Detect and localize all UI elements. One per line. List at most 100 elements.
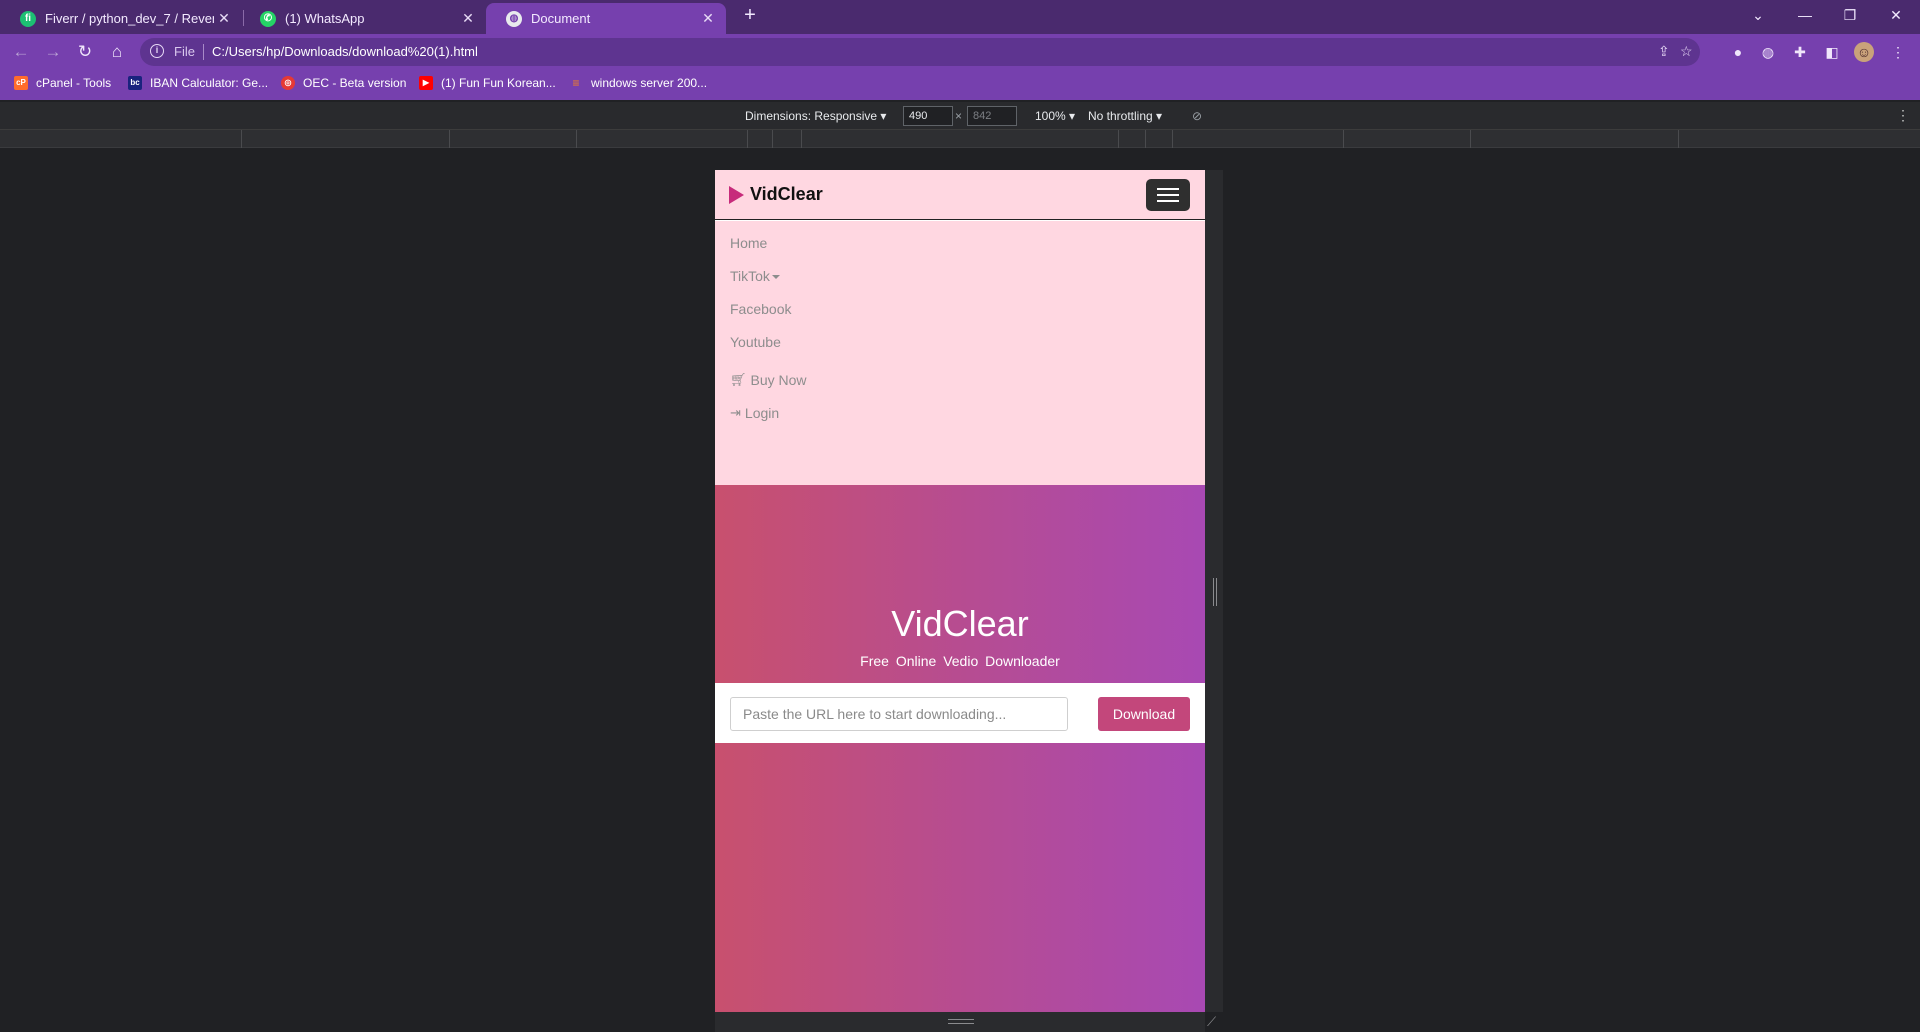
tab-search-icon[interactable]: ⌄: [1738, 2, 1778, 28]
bookmark-label: IBAN Calculator: Ge...: [150, 76, 269, 90]
resize-corner-icon[interactable]: ⟋: [1207, 1014, 1216, 1030]
ruler-mark[interactable]: [801, 130, 802, 148]
bookmark-oec[interactable]: ◎ OEC - Beta version: [281, 76, 406, 90]
dimensions-label: Dimensions: Responsive: [745, 109, 878, 123]
bookmark-iban[interactable]: bc IBAN Calculator: Ge...: [128, 76, 268, 90]
nav-youtube[interactable]: Youtube: [730, 334, 781, 350]
bookmark-star-icon[interactable]: ☆: [1680, 43, 1693, 60]
scheme-label: File: [174, 44, 195, 59]
tab-fiverr[interactable]: fi Fiverr / python_dev_7 / Revenues ✕: [0, 3, 242, 34]
throttling-dropdown[interactable]: No throttling ▾: [1088, 109, 1162, 123]
iban-icon: bc: [128, 76, 142, 90]
kebab-menu-icon[interactable]: ⋮: [1888, 42, 1908, 62]
nav-label: Home: [730, 235, 768, 251]
ruler-mark[interactable]: [747, 130, 748, 148]
puzzle-icon[interactable]: ✚: [1790, 42, 1810, 62]
restore-button[interactable]: ❐: [1830, 2, 1870, 28]
fiverr-icon: fi: [20, 10, 36, 27]
whatsapp-icon: ✆: [260, 10, 276, 27]
info-icon[interactable]: i: [150, 44, 164, 58]
brand-name: VidClear: [750, 184, 823, 204]
bookmarks-bar: cP cPanel - Tools bc IBAN Calculator: Ge…: [0, 70, 1920, 100]
tab-title: (1) WhatsApp: [285, 11, 365, 26]
browser-toolbar: ← → ↻ ⌂ i File C:/Users/hp/Downloads/dow…: [0, 34, 1920, 70]
nav-label: Youtube: [730, 334, 781, 350]
tab-whatsapp[interactable]: ✆ (1) WhatsApp ✕: [240, 3, 486, 34]
extension-bubble-icon[interactable]: ●: [1728, 42, 1748, 62]
share-icon[interactable]: ⇪: [1658, 43, 1670, 60]
forward-button[interactable]: →: [40, 40, 66, 64]
bookmark-stackoverflow[interactable]: ≡ windows server 200...: [569, 76, 707, 90]
home-button[interactable]: ⌂: [104, 40, 130, 64]
media-query-ruler: [0, 130, 1920, 148]
menu-toggle-button[interactable]: [1146, 179, 1190, 211]
close-icon[interactable]: ✕: [214, 10, 234, 27]
dimensions-dropdown[interactable]: Dimensions: Responsive ▾: [745, 109, 886, 123]
caret-down-icon: [771, 275, 780, 279]
zoom-dropdown[interactable]: 100% ▾: [1035, 109, 1075, 123]
close-icon[interactable]: ✕: [458, 10, 478, 27]
bookmark-youtube[interactable]: ▶ (1) Fun Fun Korean...: [419, 76, 556, 90]
nav-label: Buy Now: [750, 372, 807, 388]
hamburger-line: [1157, 194, 1179, 196]
nav-tiktok[interactable]: TikTok: [730, 268, 780, 284]
tab-strip: fi Fiverr / python_dev_7 / Revenues ✕ ✆ …: [0, 0, 1920, 34]
url-text[interactable]: C:/Users/hp/Downloads/download%20(1).htm…: [212, 44, 478, 59]
ruler-mark[interactable]: [576, 130, 577, 148]
nav-buy-now[interactable]: 🛒︎ Buy Now: [730, 372, 807, 388]
basket-icon: 🛒︎: [730, 372, 747, 387]
globe-icon: ◍: [506, 10, 522, 27]
site-brand[interactable]: VidClear: [729, 184, 823, 205]
download-form: Download: [715, 683, 1205, 743]
extension-globe-icon[interactable]: ◍: [1758, 42, 1778, 62]
bookmark-cpanel[interactable]: cP cPanel - Tools: [14, 76, 111, 90]
resize-grip-icon: [948, 1019, 974, 1024]
close-window-button[interactable]: ✕: [1876, 2, 1916, 28]
ruler-mark[interactable]: [1118, 130, 1119, 148]
nav-label: Facebook: [730, 301, 792, 317]
address-bar[interactable]: i File C:/Users/hp/Downloads/download%20…: [140, 38, 1700, 66]
nav-login[interactable]: ⇥ Login: [730, 405, 779, 421]
back-button[interactable]: ←: [8, 40, 34, 64]
ruler-mark[interactable]: [1343, 130, 1344, 148]
nav-facebook[interactable]: Facebook: [730, 301, 791, 317]
reload-button[interactable]: ↻: [72, 40, 98, 64]
bookmark-label: windows server 200...: [591, 76, 708, 90]
emulated-viewport: VidClear Home TikTok Facebook Youtube 🛒︎…: [715, 170, 1205, 1012]
ruler-mark[interactable]: [241, 130, 242, 148]
oec-icon: ◎: [281, 76, 295, 90]
tab-title: Fiverr / python_dev_7 / Revenues: [45, 11, 214, 26]
url-input[interactable]: [730, 697, 1068, 731]
tab-title: Document: [531, 11, 591, 26]
play-icon: [729, 185, 744, 204]
sign-in-icon: ⇥: [730, 405, 741, 420]
site-navbar: VidClear: [715, 170, 1205, 220]
stackoverflow-icon: ≡: [572, 76, 580, 90]
avatar[interactable]: ☺: [1854, 42, 1874, 62]
nav-menu: Home TikTok Facebook Youtube 🛒︎ Buy Now …: [715, 221, 1205, 485]
hero-subtitle: Free Online Vedio Downloader: [860, 653, 1060, 669]
ruler-mark[interactable]: [449, 130, 450, 148]
cpanel-icon: cP: [14, 76, 28, 90]
ruler-mark[interactable]: [1172, 130, 1173, 148]
close-icon[interactable]: ✕: [698, 10, 718, 27]
nav-label: Login: [744, 405, 780, 421]
height-input[interactable]: 842: [967, 106, 1017, 126]
device-toolbar: Dimensions: Responsive ▾ 490 × 842 100% …: [0, 102, 1920, 130]
download-button[interactable]: Download: [1098, 697, 1190, 731]
side-panel-icon[interactable]: ◧: [1822, 42, 1842, 62]
rotate-icon[interactable]: ⊘: [1192, 109, 1202, 123]
bookmark-label: OEC - Beta version: [303, 76, 407, 90]
ruler-mark[interactable]: [772, 130, 773, 148]
nav-home[interactable]: Home: [730, 235, 767, 251]
ruler-mark[interactable]: [1145, 130, 1146, 148]
nav-label: TikTok: [730, 268, 770, 284]
ruler-mark[interactable]: [1678, 130, 1679, 148]
hero-title: VidClear: [891, 603, 1029, 644]
minimize-button[interactable]: —: [1785, 2, 1825, 28]
kebab-menu-icon[interactable]: ⋮: [1896, 107, 1910, 124]
tab-document[interactable]: ◍ Document ✕: [486, 3, 726, 34]
new-tab-button[interactable]: +: [738, 4, 762, 27]
ruler-mark[interactable]: [1470, 130, 1471, 148]
width-input[interactable]: 490: [903, 106, 953, 126]
